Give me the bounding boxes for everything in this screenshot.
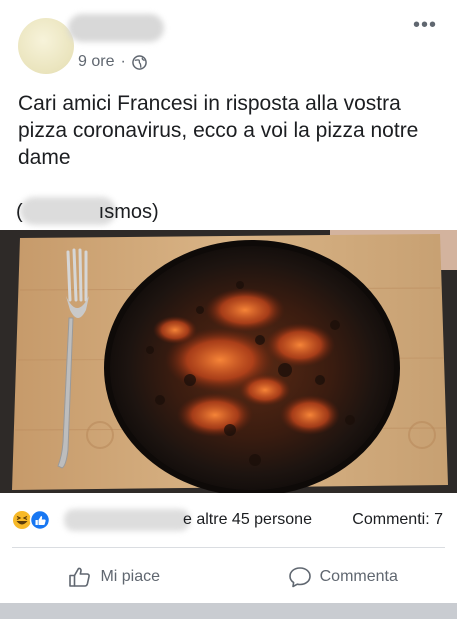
reactions-bar: e altre 45 persone Commenti: 7: [0, 497, 457, 541]
like-button[interactable]: Mi piace: [0, 556, 229, 598]
comment-label: Commenta: [319, 568, 398, 585]
laugh-reaction-icon: [13, 511, 31, 529]
burnt-pizza-image: [0, 230, 457, 493]
reaction-count-text[interactable]: e altre 45 persone: [183, 511, 312, 529]
post-time[interactable]: 9 ore: [78, 53, 114, 71]
mention-open: (: [16, 201, 23, 223]
author-name-blurred[interactable]: [68, 14, 164, 42]
post-meta: 9 ore ·: [78, 53, 147, 71]
post-actions: Mi piace Commenta: [0, 556, 457, 598]
globe-icon: [131, 54, 147, 70]
post-text: Cari amici Francesi in risposta alla vos…: [18, 92, 419, 169]
avatar[interactable]: [18, 18, 74, 74]
comment-bubble-icon: [288, 566, 312, 588]
divider: [12, 547, 445, 548]
like-label: Mi piace: [100, 568, 161, 585]
post-photo[interactable]: [0, 230, 457, 493]
more-dots-icon[interactable]: •••: [413, 15, 437, 35]
facebook-post: 9 ore · ••• Cari amici Francesi in rispo…: [0, 0, 457, 619]
thumbs-up-icon: [68, 566, 92, 588]
meta-separator: ·: [120, 53, 126, 70]
reaction-icons[interactable]: [12, 509, 56, 531]
comments-count[interactable]: Commenti: 7: [352, 511, 443, 529]
feed-separator: [0, 603, 457, 619]
reaction-names-blurred[interactable]: [64, 509, 190, 531]
mention-tail: ısmos): [98, 201, 159, 223]
like-reaction-icon: [29, 509, 51, 531]
mention-text: ( ısmos): [16, 201, 159, 224]
comment-button[interactable]: Commenta: [229, 556, 457, 598]
